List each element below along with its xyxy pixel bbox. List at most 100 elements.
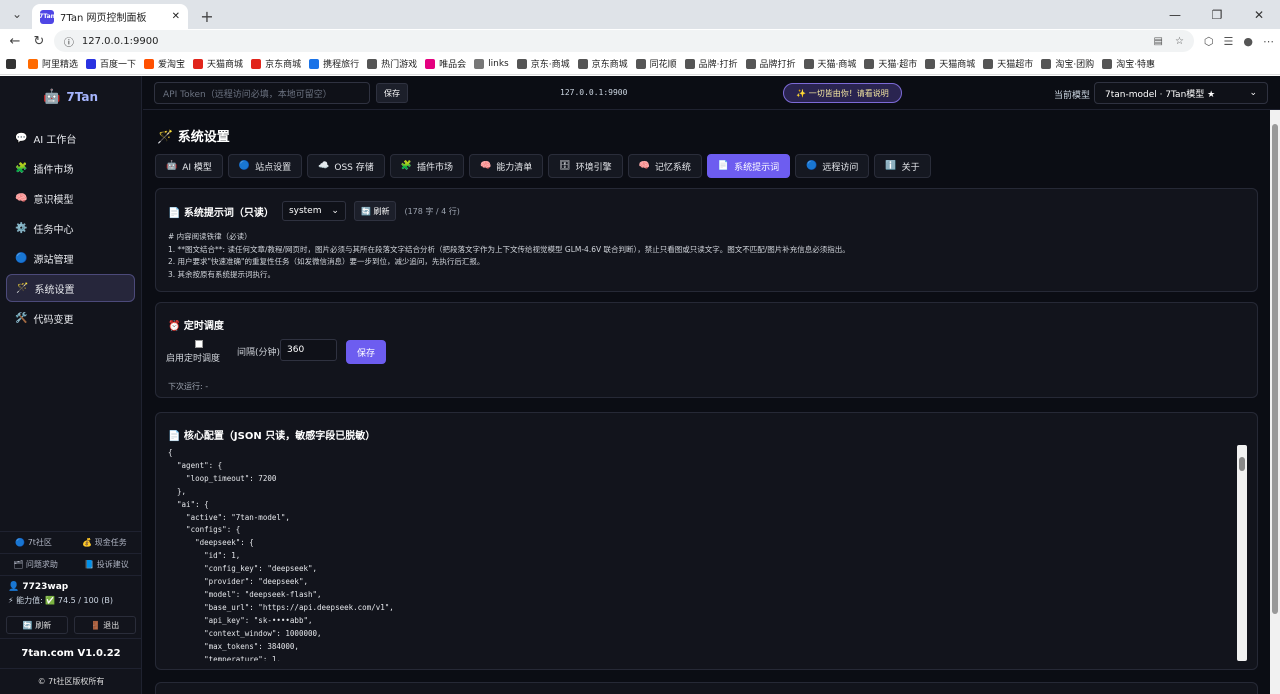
bookmark-item[interactable]: 同花顺 (635, 57, 677, 70)
bookmark-item[interactable]: 百度一下 (86, 57, 136, 70)
api-token-input[interactable]: API Token（远程访问必填，本地可留空） (154, 82, 370, 104)
favorites-icon[interactable]: ☰ (1224, 35, 1234, 48)
profile-icon[interactable]: ● (1243, 35, 1253, 48)
settings-tab[interactable]: 🗄 环境引擎 (548, 154, 623, 178)
bookmark-icon (684, 58, 695, 69)
back-icon[interactable]: ← (6, 30, 24, 52)
bookmark-item[interactable]: 阿里精选 (28, 57, 78, 70)
bookmark-icon (425, 58, 436, 69)
bookmark-item[interactable]: 京东商城 (577, 57, 628, 70)
bookmark-item[interactable]: 天猫·商城 (803, 57, 856, 70)
minimize-icon[interactable]: — (1154, 0, 1196, 29)
brain-icon: 🧠 (15, 192, 28, 204)
bookmark-item[interactable]: 携程旅行 (309, 57, 359, 70)
settings-tab[interactable]: ℹ️ 关于 (874, 154, 931, 178)
settings-tab[interactable]: ☁️ OSS 存储 (307, 154, 385, 178)
help-link[interactable]: 🗂 问题求助 (13, 559, 58, 570)
close-window-icon[interactable]: ✕ (1238, 0, 1280, 29)
bookmark-item[interactable]: 京东·商城 (516, 57, 570, 70)
bookmark-label: 唯品会 (439, 60, 467, 70)
version-label: 7tan.com V1.0.22 (0, 638, 142, 668)
wand-icon: 🪄 (16, 282, 29, 294)
bookmark-item[interactable]: 热门游戏 (367, 57, 417, 70)
tab-close-icon[interactable]: ✕ (172, 11, 180, 22)
model-select[interactable]: 7tan-model · 7Tan模型 ★ ⌄ (1094, 82, 1268, 104)
page-scrollbar-thumb[interactable] (1272, 124, 1278, 614)
model-select-value: 7tan-model · 7Tan模型 ★ (1105, 89, 1216, 100)
bookmark-item[interactable]: 淘宝·团购 (1041, 57, 1094, 70)
bookmark-item[interactable]: links (474, 58, 509, 69)
prompt-refresh-button[interactable]: 🔄 刷新 (353, 201, 397, 221)
bookmark-item[interactable]: 唯品会 (425, 57, 466, 70)
bookmark-item[interactable]: 天猫超市 (983, 57, 1033, 70)
url-text: 127.0.0.1:9900 (81, 35, 159, 47)
tab-icon: 🧠 (479, 161, 492, 171)
settings-tab[interactable]: 🤖 AI 模型 (155, 154, 223, 178)
bookmark-icon (6, 58, 16, 69)
sidebar-item[interactable]: 🧩 插件市场 (6, 154, 135, 182)
tab-label: 环境引擎 (575, 162, 612, 173)
reload-icon[interactable]: ↻ (30, 30, 48, 52)
chevron-down-icon: ⌄ (1249, 88, 1257, 98)
address-bar[interactable]: ⓘ 127.0.0.1:9900 ▤ ☆ (53, 30, 1194, 52)
promo-button[interactable]: ✨ 一切皆由你！请看说明 (783, 83, 902, 103)
bookmark-icon (983, 58, 994, 69)
bookmark-item[interactable] (6, 58, 20, 69)
sidebar-item[interactable]: 🧠 意识模型 (6, 184, 135, 212)
menu-icon[interactable]: ⋯ (1263, 35, 1274, 48)
config-scrollbar[interactable] (1237, 445, 1247, 661)
extensions-icon[interactable]: ⬡ (1204, 35, 1214, 48)
brand-logo: 🤖 7Tan (0, 76, 141, 118)
bookmark-item[interactable]: 品牌·打折 (684, 57, 738, 70)
bookmark-item[interactable]: 天猫商城 (925, 57, 975, 70)
token-save-button[interactable]: 保存 (376, 83, 408, 103)
settings-tab[interactable]: 🧩 插件市场 (389, 154, 464, 178)
bookmark-item[interactable]: 天猫·超市 (864, 57, 917, 70)
new-tab-button[interactable]: + (196, 5, 218, 27)
scrollbar-thumb[interactable] (1239, 457, 1245, 471)
schedule-save-button[interactable]: 保存 (346, 340, 386, 364)
sidebar-item[interactable]: 💬 AI 工作台 (6, 124, 135, 152)
bookmark-label: 爱淘宝 (158, 60, 186, 70)
cash-task-link[interactable]: 💰 现金任务 (82, 537, 127, 548)
config-json-text: { "agent": { "loop_timeout": 7200 }, "ai… (168, 448, 394, 661)
settings-tab[interactable]: 🔵 站点设置 (227, 154, 303, 178)
prompt-select[interactable]: system ⌄ (281, 201, 346, 221)
browser-tab[interactable]: 7Tan 7Tan 网页控制面板 ✕ (32, 4, 188, 29)
page-scrollbar[interactable] (1270, 110, 1280, 694)
settings-tab[interactable]: 🧠 记忆系统 (627, 154, 702, 178)
settings-tabs: 🤖 AI 模型 🔵 站点设置 ☁️ OSS 存储 🧩 插件市场 🧠 能力清单 🗄 环境引擎 🧠 记忆系统 📄… (155, 154, 931, 178)
system-prompt-card: 📄 系统提示词（只读） system ⌄ 🔄 刷新 (178 字 / 4 行) … (155, 188, 1258, 292)
refresh-button[interactable]: 🔄 刷新 (6, 616, 68, 634)
sidebar-item[interactable]: 🪄 系统设置 (6, 274, 135, 302)
reader-icon[interactable]: ▤ (1153, 36, 1162, 47)
restore-icon[interactable]: ❐ (1196, 0, 1238, 29)
interval-input[interactable]: 360 (280, 339, 337, 361)
puzzle-icon: 🧩 (15, 162, 28, 174)
settings-tab[interactable]: 🧠 能力清单 (468, 154, 544, 178)
sidebar-item-label: 意识模型 (33, 194, 74, 206)
tab-icon: 🤖 (166, 161, 178, 171)
community-link[interactable]: 🔵 7t社区 (15, 537, 52, 548)
settings-tab[interactable]: 📄 系统提示词 (706, 154, 791, 178)
bookmark-item[interactable]: 品牌打折 (745, 57, 796, 70)
sidebar-item[interactable]: ⚙️ 任务中心 (6, 214, 135, 242)
tab-list-icon[interactable]: ⌄ (6, 3, 28, 25)
bookmark-item[interactable]: 淘宝·特惠 (1102, 57, 1155, 70)
sidebar-item[interactable]: 🛠️ 代码变更 (6, 304, 135, 332)
bookmark-icon (144, 58, 155, 69)
user-name: 👤 7723wap (8, 582, 69, 592)
tab-label: 站点设置 (255, 162, 292, 173)
settings-tab[interactable]: 🔵 远程访问 (795, 154, 870, 178)
enable-schedule-checkbox[interactable] (195, 340, 203, 348)
bookmark-item[interactable]: 天猫商城 (193, 57, 243, 70)
sidebar-item[interactable]: 🔵 源站管理 (6, 244, 135, 272)
bookmark-item[interactable]: 爱淘宝 (144, 57, 185, 70)
site-info-icon[interactable]: ⓘ (64, 34, 74, 49)
favorite-star-icon[interactable]: ☆ (1175, 36, 1184, 47)
bookmark-item[interactable]: 京东商城 (251, 57, 301, 70)
logout-button[interactable]: 🚪 退出 (74, 616, 136, 634)
sidebar-item-label: 系统设置 (34, 284, 75, 296)
feedback-link[interactable]: 📘 投诉建议 (84, 559, 129, 570)
sidebar-item-label: AI 工作台 (33, 134, 77, 146)
